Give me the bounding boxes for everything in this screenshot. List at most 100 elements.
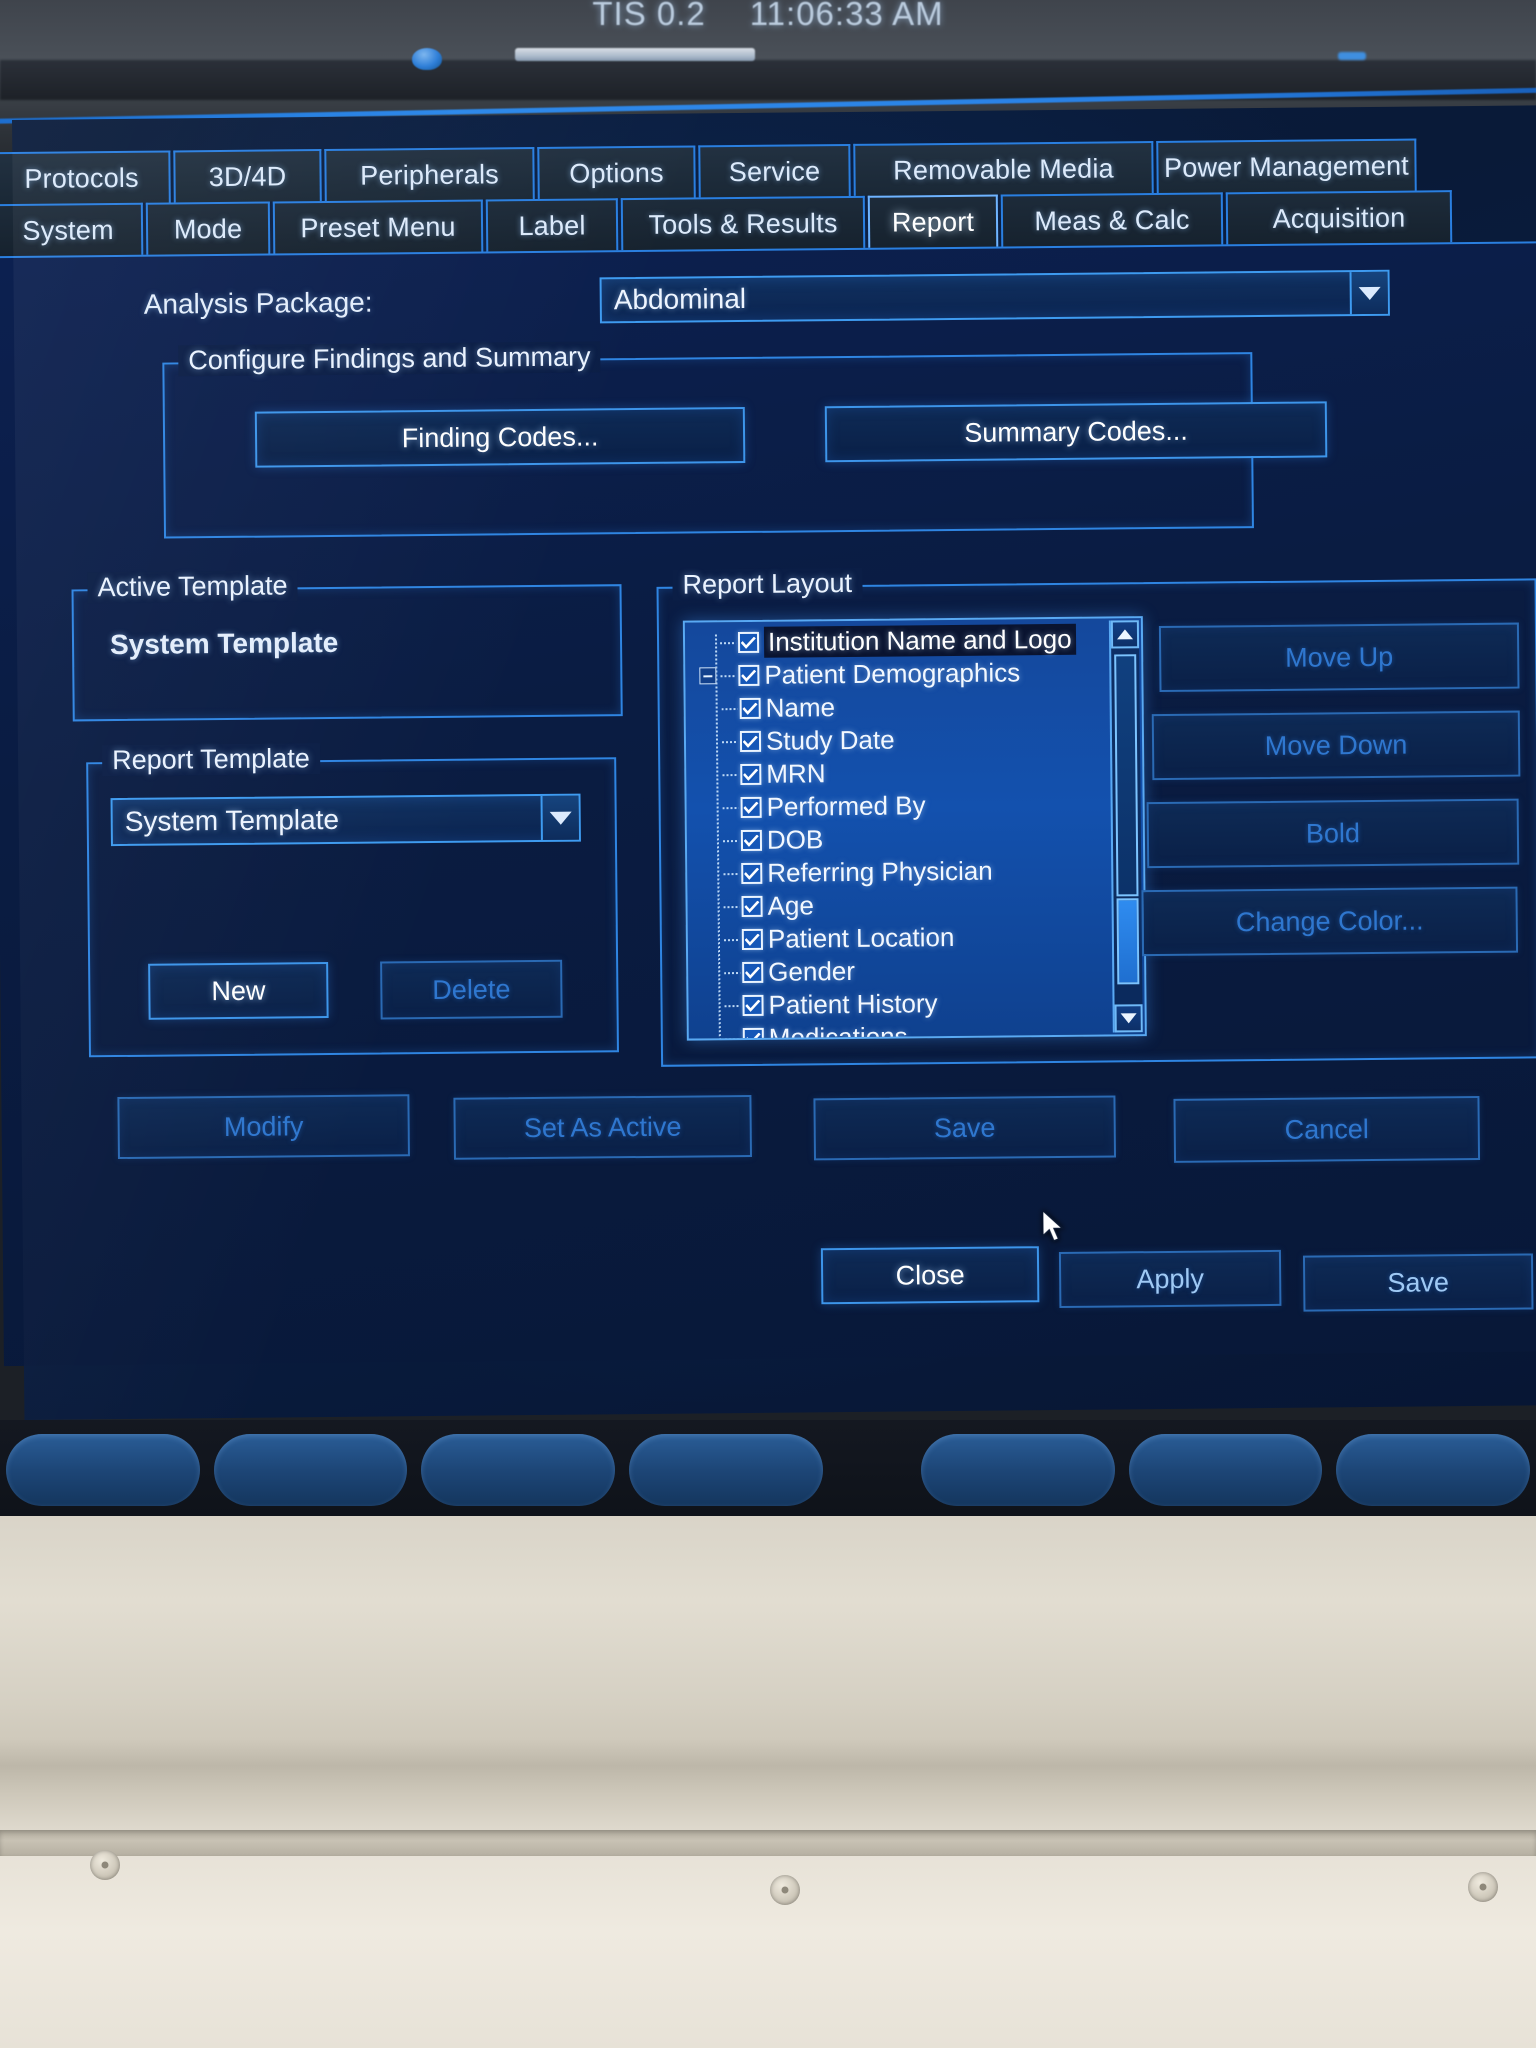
checkbox-checked[interactable]: [739, 697, 761, 720]
checkbox-checked[interactable]: [742, 994, 764, 1017]
report-settings-panel: Analysis Package: Abdominal Configure Fi…: [0, 241, 1536, 1367]
tree-item-label: Institution Name and Logo: [763, 623, 1076, 658]
tree-item-label: Age: [767, 890, 814, 921]
modify-button[interactable]: Modify: [117, 1094, 410, 1160]
checkbox-checked[interactable]: [740, 796, 762, 819]
change-color-button[interactable]: Change Color...: [1141, 886, 1519, 957]
report-template-value: System Template: [124, 803, 340, 837]
softkey-3[interactable]: [421, 1434, 616, 1506]
tab-preset-menu[interactable]: Preset Menu: [272, 199, 484, 254]
bold-button[interactable]: Bold: [1146, 798, 1520, 869]
softkey-4[interactable]: [629, 1434, 823, 1506]
report-layout-list[interactable]: Institution Name and Logo Patient Demogra…: [682, 616, 1147, 1041]
tree-item[interactable]: Name: [686, 689, 1108, 726]
checkbox-checked[interactable]: [740, 829, 763, 852]
softkey-7[interactable]: [1336, 1434, 1531, 1506]
scroll-up-button[interactable]: [1110, 620, 1140, 649]
softkey-6[interactable]: [1128, 1434, 1323, 1506]
move-up-button[interactable]: Move Up: [1158, 622, 1520, 693]
bezel-indicator-light: [1338, 52, 1366, 60]
tab-peripherals[interactable]: Peripherals: [324, 146, 535, 202]
tree-item-label: Patient Demographics: [764, 657, 1021, 690]
report-layout-tree[interactable]: Institution Name and Logo Patient Demogra…: [685, 623, 1111, 1041]
tree-item[interactable]: DOB: [687, 821, 1109, 858]
list-scrollbar[interactable]: [1108, 620, 1143, 1033]
softkey-spacer: [837, 1434, 907, 1506]
tab-protocols[interactable]: Protocols: [0, 150, 171, 205]
bezel-knob[interactable]: [412, 48, 442, 70]
tab-label[interactable]: Label: [485, 198, 619, 252]
dialog-save-button[interactable]: Save: [1302, 1253, 1534, 1312]
tree-item[interactable]: Gender: [688, 952, 1110, 989]
tree-item[interactable]: Age: [687, 887, 1109, 924]
tree-item[interactable]: Medications: [689, 1018, 1111, 1041]
report-template-legend: Report Template: [102, 743, 320, 777]
softkey-5[interactable]: [920, 1434, 1115, 1506]
button-label: Apply: [1136, 1263, 1205, 1294]
tab-3d-4d[interactable]: 3D/4D: [173, 149, 322, 203]
analysis-package-value: Abdominal: [613, 282, 747, 316]
chevron-down-icon[interactable]: [1349, 271, 1388, 315]
checkbox-checked[interactable]: [742, 961, 764, 984]
checkbox-checked[interactable]: [737, 631, 760, 654]
housing-screw-left: [90, 1850, 120, 1880]
checkbox-checked[interactable]: [742, 1027, 764, 1041]
checkbox-checked[interactable]: [739, 730, 762, 753]
tree-item[interactable]: Study Date: [686, 722, 1108, 759]
summary-codes-button[interactable]: Summary Codes...: [824, 401, 1328, 463]
tab-power-management[interactable]: Power Management: [1156, 138, 1417, 194]
save-button[interactable]: Save: [813, 1095, 1117, 1161]
screenshot-root: TIS 0.2 11:06:33 AM Protocols 3D/4D Periph…: [0, 0, 1536, 2048]
tree-item[interactable]: Institution Name and Logo: [685, 623, 1107, 660]
dialog-apply-button[interactable]: Apply: [1058, 1249, 1282, 1309]
checkbox-checked[interactable]: [740, 763, 762, 786]
configure-findings-legend: Configure Findings and Summary: [178, 341, 601, 377]
tree-branch-line: [721, 707, 738, 710]
set-as-active-button[interactable]: Set As Active: [453, 1094, 752, 1160]
tab-service[interactable]: Service: [698, 143, 851, 198]
tree-branch-line: [724, 1004, 741, 1007]
move-down-button[interactable]: Move Down: [1151, 710, 1521, 781]
softkey-1[interactable]: [6, 1434, 200, 1506]
tree-item[interactable]: Patient Location: [688, 919, 1110, 956]
tree-item[interactable]: Performed By: [686, 788, 1108, 825]
housing-screw-center: [770, 1875, 800, 1905]
active-template-legend: Active Template: [87, 570, 298, 604]
softkey-row: [0, 1420, 1536, 1520]
tab-system[interactable]: System: [0, 202, 144, 257]
checkbox-checked[interactable]: [741, 928, 764, 951]
tab-meas-calc[interactable]: Meas & Calc: [1000, 192, 1224, 247]
tab-acquisition[interactable]: Acquisition: [1225, 190, 1453, 245]
button-label: Cancel: [1284, 1113, 1369, 1145]
delete-template-button[interactable]: Delete: [380, 959, 563, 1020]
machine-housing: [0, 1516, 1536, 2048]
tab-options[interactable]: Options: [537, 145, 696, 199]
tab-label: Protocols: [24, 162, 139, 194]
tree-item[interactable]: Referring Physician: [687, 854, 1109, 891]
tab-report[interactable]: Report: [867, 194, 999, 248]
new-template-button[interactable]: New: [148, 962, 329, 1020]
scrollbar-thumb[interactable]: [1116, 898, 1140, 985]
checkbox-checked[interactable]: [738, 664, 760, 687]
analysis-package-select[interactable]: Abdominal: [599, 269, 1390, 324]
tab-removable-media[interactable]: Removable Media: [853, 141, 1154, 196]
tree-item-label: Medications: [768, 1021, 908, 1041]
tab-tools-results[interactable]: Tools & Results: [620, 195, 866, 251]
chevron-down-icon[interactable]: [540, 795, 579, 840]
scrollbar-track-upper[interactable]: [1114, 654, 1139, 897]
collapse-icon[interactable]: [699, 667, 717, 685]
tree-item[interactable]: Patient History: [688, 985, 1110, 1022]
tab-mode[interactable]: Mode: [145, 201, 271, 255]
cancel-button[interactable]: Cancel: [1173, 1095, 1481, 1163]
scroll-down-button[interactable]: [1114, 1004, 1143, 1033]
report-template-select[interactable]: System Template: [110, 793, 581, 847]
checkbox-checked[interactable]: [741, 862, 763, 885]
tree-branch-line: [724, 971, 741, 974]
tree-item[interactable]: Patient Demographics: [685, 656, 1107, 693]
checkbox-checked[interactable]: [741, 895, 763, 918]
finding-codes-button[interactable]: Finding Codes...: [254, 406, 746, 468]
tree-item[interactable]: MRN: [686, 755, 1108, 792]
tree-branch-line: [722, 839, 739, 842]
softkey-2[interactable]: [213, 1434, 408, 1506]
dialog-close-button[interactable]: Close: [820, 1246, 1040, 1305]
